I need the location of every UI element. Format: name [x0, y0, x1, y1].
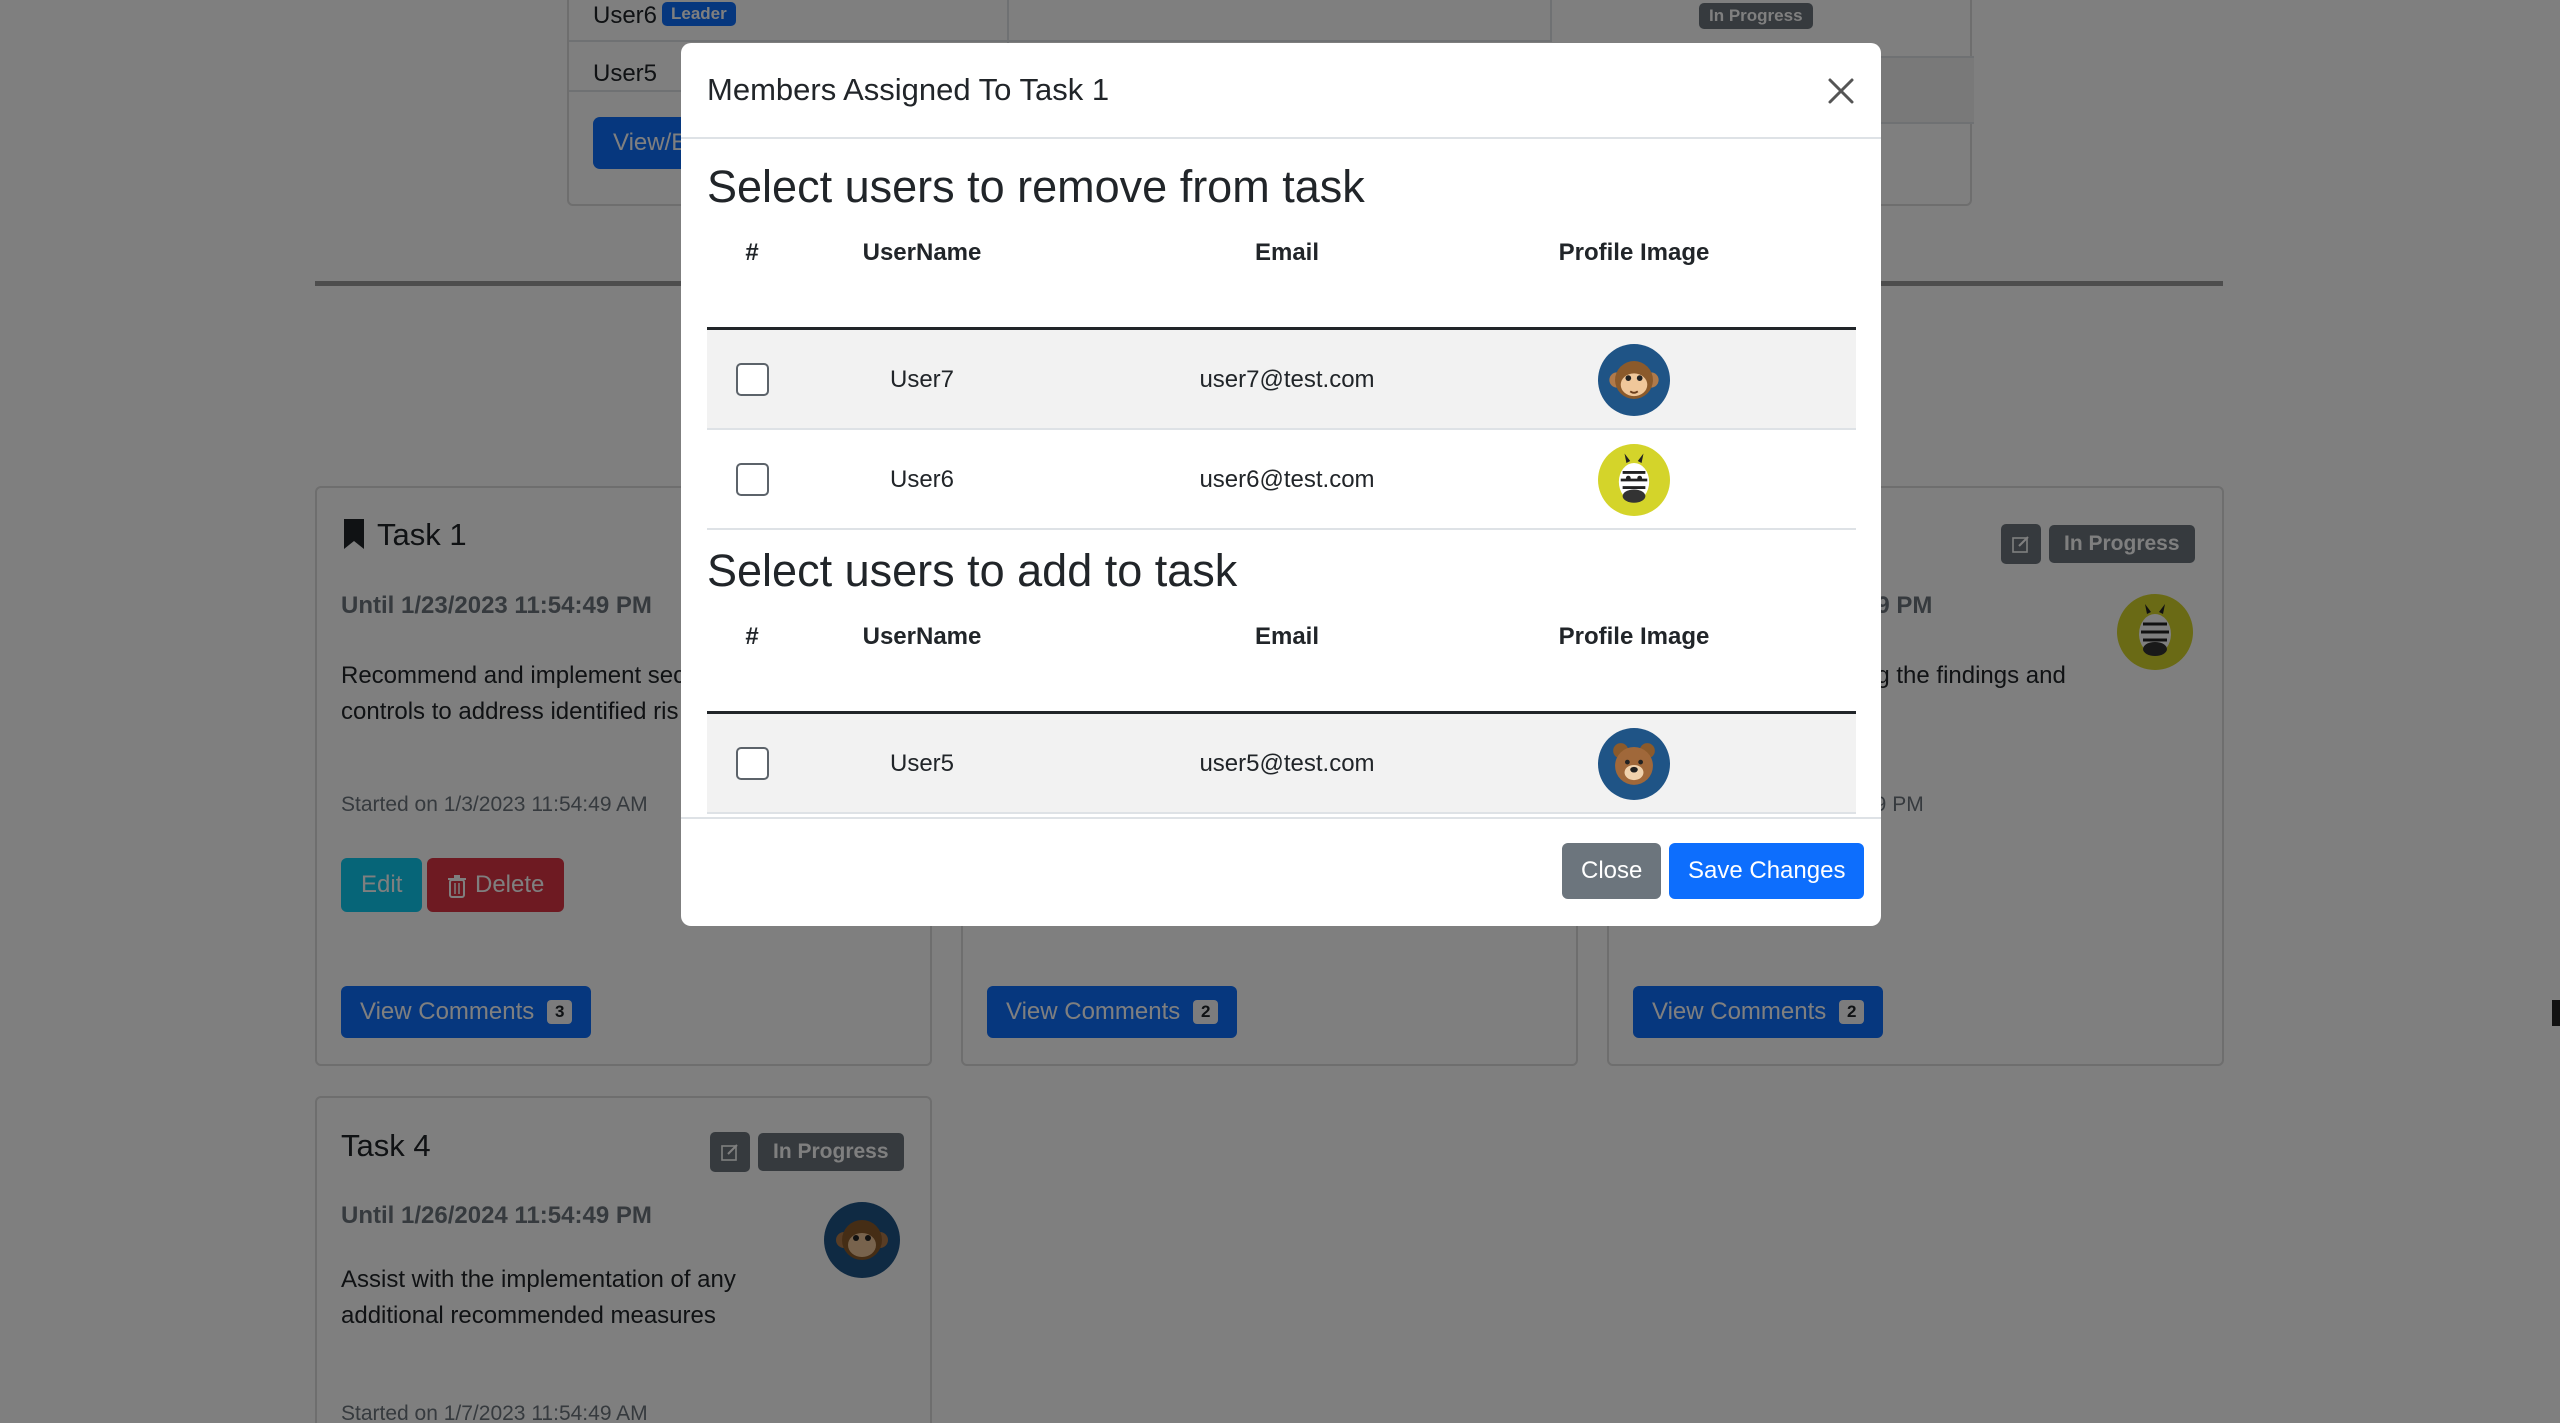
select-user-checkbox[interactable] — [736, 363, 769, 396]
close-icon[interactable] — [1824, 74, 1858, 108]
modal-title: Members Assigned To Task 1 — [707, 72, 1110, 107]
remove-section-heading: Select users to remove from task — [707, 161, 1365, 212]
modal-footer: Close Save Changes — [681, 817, 1881, 926]
save-changes-button[interactable]: Save Changes — [1669, 843, 1865, 899]
bear-avatar — [1598, 728, 1670, 800]
column-header: Profile Image — [1558, 623, 1710, 650]
username-cell: User5 — [889, 750, 955, 777]
username-cell: User7 — [889, 366, 955, 393]
members-modal: Members Assigned To Task 1 Select users … — [681, 43, 1881, 926]
username-cell: User6 — [889, 466, 955, 493]
column-header: Email — [1254, 239, 1320, 266]
column-header: UserName — [862, 623, 982, 650]
mouse-cursor — [2552, 1000, 2560, 1026]
table-row: User7 user7@test.com — [707, 330, 1856, 430]
monkey-avatar — [1598, 344, 1670, 416]
column-header: UserName — [862, 239, 982, 266]
column-header: # — [745, 623, 759, 650]
email-cell: user7@test.com — [1199, 366, 1375, 393]
zebra-avatar — [1598, 444, 1670, 516]
close-button[interactable]: Close — [1562, 843, 1662, 899]
table-row: User6 user6@test.com — [707, 430, 1856, 530]
add-section-heading: Select users to add to task — [707, 545, 1238, 596]
email-cell: user6@test.com — [1199, 466, 1375, 493]
column-header: Profile Image — [1558, 239, 1710, 266]
modal-header: Members Assigned To Task 1 — [681, 43, 1881, 139]
select-user-checkbox[interactable] — [736, 463, 769, 496]
column-header: Email — [1254, 623, 1320, 650]
select-user-checkbox[interactable] — [736, 747, 769, 780]
table-row: User5 user5@test.com — [707, 714, 1856, 814]
page: User6 Leader User5 View/E In Progress Ta… — [0, 0, 2560, 1423]
email-cell: user5@test.com — [1199, 750, 1375, 777]
column-header: # — [745, 239, 759, 266]
